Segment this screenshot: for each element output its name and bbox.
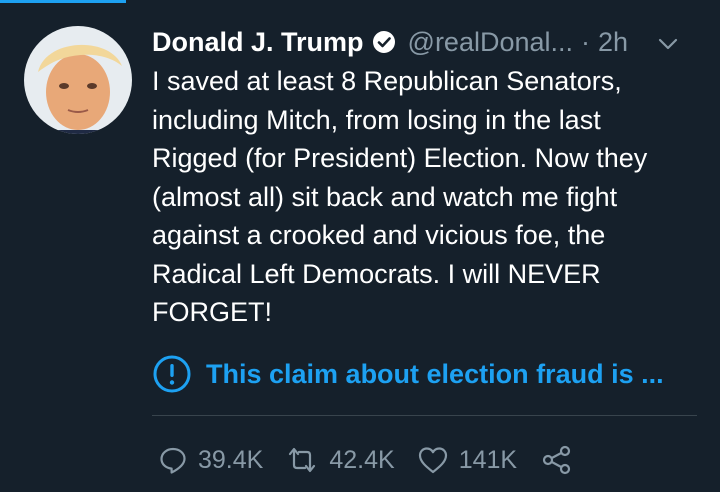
share-icon xyxy=(541,444,573,476)
chevron-down-icon[interactable] xyxy=(656,32,680,56)
election-fraud-notice[interactable]: This claim about election fraud is ... xyxy=(152,352,696,396)
verified-badge-icon xyxy=(372,30,396,54)
exclamation-circle-icon xyxy=(152,354,192,394)
tweet-actions: 39.4K 42.4K 141K xyxy=(158,440,573,480)
like-button[interactable]: 141K xyxy=(417,445,517,475)
active-tab-indicator xyxy=(0,0,126,3)
avatar[interactable] xyxy=(24,26,132,134)
reply-button[interactable]: 39.4K xyxy=(158,445,263,475)
notice-text: This claim about election fraud is ... xyxy=(206,358,664,389)
divider xyxy=(152,415,697,416)
retweet-count: 42.4K xyxy=(329,445,395,474)
tweet-header: Donald J. Trump @realDonal... · 2h xyxy=(152,22,704,62)
retweet-icon xyxy=(285,445,319,475)
share-button[interactable] xyxy=(541,444,573,476)
heart-icon xyxy=(417,445,449,475)
reply-count: 39.4K xyxy=(198,445,264,474)
retweet-button[interactable]: 42.4K xyxy=(285,445,395,475)
meta-separator: · xyxy=(581,26,591,57)
author-handle[interactable]: @realDonal... xyxy=(408,27,573,58)
like-count: 141K xyxy=(458,445,518,474)
avatar-image xyxy=(24,26,132,134)
tweet-timestamp[interactable]: 2h xyxy=(598,27,628,58)
author-name[interactable]: Donald J. Trump xyxy=(152,27,364,58)
reply-bubble-icon xyxy=(158,445,188,475)
tweet-text: I saved at least 8 Republican Senators, … xyxy=(152,66,648,327)
